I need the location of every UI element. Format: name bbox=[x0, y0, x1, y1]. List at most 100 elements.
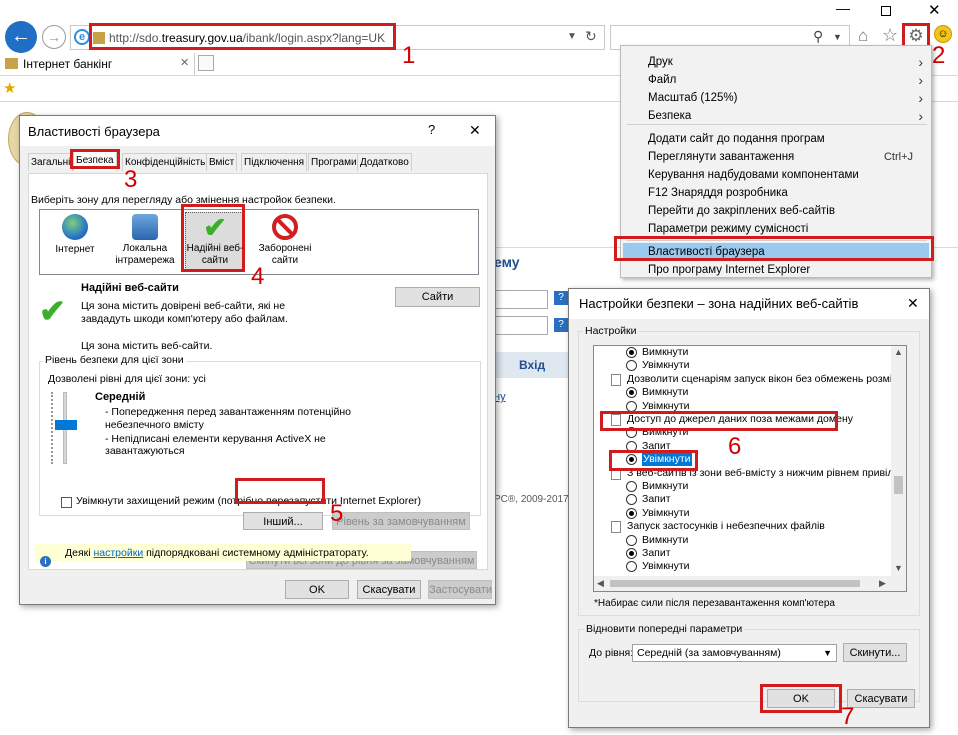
menu-item[interactable]: Файл › bbox=[621, 71, 931, 89]
tab-close-icon[interactable]: ✕ bbox=[180, 56, 189, 69]
radio-button[interactable] bbox=[626, 561, 637, 572]
setting-option[interactable]: Вимкнути bbox=[594, 480, 894, 494]
radio-button[interactable] bbox=[626, 535, 637, 546]
annotation-4: 4 bbox=[251, 263, 265, 290]
help-button[interactable]: ? bbox=[428, 122, 435, 137]
menu-item[interactable]: F12 Знаряддя розробника bbox=[621, 184, 931, 202]
setting-option[interactable]: Вимкнути bbox=[594, 386, 894, 400]
minimize-icon[interactable]: — bbox=[836, 0, 850, 16]
radio-button[interactable] bbox=[626, 360, 637, 371]
scroll-right-icon[interactable]: ▶ bbox=[879, 578, 886, 589]
level-select[interactable]: Середній (за замовчуванням) ▼ bbox=[632, 644, 837, 662]
setting-option[interactable]: Увімкнути bbox=[594, 560, 894, 574]
setting-heading: Запуск застосунків і небезпечних файлів bbox=[594, 520, 894, 534]
security-close-icon[interactable]: ✕ bbox=[907, 295, 919, 312]
tab-advanced[interactable]: Додатково bbox=[357, 153, 412, 171]
setting-option[interactable]: Вимкнути bbox=[594, 534, 894, 548]
radio-button[interactable] bbox=[626, 548, 637, 559]
protected-mode-checkbox[interactable] bbox=[61, 497, 72, 508]
favorites-star-icon[interactable]: ☆ bbox=[882, 25, 898, 46]
apply-button: Застосувати bbox=[428, 580, 492, 599]
home-icon[interactable]: ⌂ bbox=[858, 26, 868, 46]
level-select-value: Середній (за замовчуванням) bbox=[637, 647, 781, 659]
sites-button[interactable]: Сайти bbox=[395, 287, 480, 307]
radio-button[interactable] bbox=[626, 481, 637, 492]
scroll-thumb[interactable] bbox=[894, 476, 903, 494]
document-icon bbox=[611, 521, 621, 533]
login-field-2[interactable] bbox=[494, 316, 548, 335]
setting-label: Запуск застосунків і небезпечних файлів bbox=[627, 520, 825, 532]
restore-group-title: Відновити попередні параметри bbox=[584, 623, 745, 635]
smiley-icon[interactable]: ☺ bbox=[934, 25, 952, 43]
reset-button[interactable]: Скинути... bbox=[843, 643, 907, 662]
ok-button[interactable]: OK bbox=[285, 580, 349, 599]
menu-item[interactable]: Переглянути завантаження Ctrl+J bbox=[621, 148, 931, 166]
refresh-icon[interactable]: ↻ bbox=[585, 28, 597, 45]
page-heading-fragment: ему bbox=[494, 254, 520, 270]
menu-item[interactable]: Друк › bbox=[621, 53, 931, 71]
back-button[interactable]: ← bbox=[5, 21, 37, 53]
browser-tab[interactable]: Інтернет банкінг ✕ bbox=[0, 53, 195, 75]
radio-button[interactable] bbox=[626, 508, 637, 519]
zone-title: Надійні веб-сайти bbox=[81, 282, 179, 294]
submenu-arrow-icon: › bbox=[918, 54, 923, 70]
intranet-icon bbox=[132, 214, 158, 240]
menu-item[interactable]: Перейти до закріплених веб-сайтів bbox=[621, 202, 931, 220]
submenu-arrow-icon: › bbox=[918, 72, 923, 88]
setting-label: Запит bbox=[642, 547, 671, 559]
level-bullet-2: - Непідписані елементи керування ActiveX… bbox=[105, 433, 326, 457]
tree-hscrollbar[interactable]: ◀ ▶ bbox=[594, 576, 906, 591]
hscroll-thumb[interactable] bbox=[610, 580, 860, 587]
zone-intranet-label: Локальна інтрамережа bbox=[115, 243, 175, 266]
cancel-button[interactable]: Скасувати bbox=[357, 580, 421, 599]
scroll-down-icon[interactable]: ▼ bbox=[894, 563, 903, 573]
setting-option[interactable]: Увімкнути bbox=[594, 507, 894, 521]
radio-button[interactable] bbox=[626, 347, 637, 358]
search-icon[interactable]: ⚲ bbox=[813, 28, 823, 45]
menu-item[interactable]: Про програму Internet Explorer bbox=[621, 261, 931, 279]
radio-button[interactable] bbox=[626, 387, 637, 398]
search-dropdown-icon[interactable]: ▼ bbox=[567, 31, 577, 42]
menu-item-label: Масштаб (125%) bbox=[648, 92, 738, 104]
menu-separator bbox=[627, 124, 927, 125]
info-link[interactable]: настройки bbox=[93, 547, 143, 559]
help-icon-1[interactable]: ? bbox=[554, 291, 568, 305]
setting-option[interactable]: Увімкнути bbox=[594, 359, 894, 373]
security-dialog: Настройки безпеки – зона надійних веб-са… bbox=[568, 288, 930, 728]
setting-option[interactable]: Запит bbox=[594, 547, 894, 561]
menu-item-label: Переглянути завантаження bbox=[648, 151, 795, 163]
forward-button[interactable]: → bbox=[42, 25, 66, 49]
tab-general[interactable]: Загальні bbox=[28, 153, 74, 171]
tab-content[interactable]: Вміст bbox=[206, 153, 238, 171]
zone-internet[interactable]: Інтернет bbox=[45, 214, 105, 270]
annotation-2: 2 bbox=[932, 42, 946, 69]
security-cancel-button[interactable]: Скасувати bbox=[847, 689, 915, 708]
level-name: Середній bbox=[95, 391, 146, 403]
radio-button[interactable] bbox=[626, 494, 637, 505]
menu-item[interactable]: Додати сайт до подання програм bbox=[621, 130, 931, 148]
new-tab-button[interactable] bbox=[198, 55, 214, 71]
tree-vscrollbar[interactable]: ▲ ▼ bbox=[891, 346, 906, 576]
custom-level-button[interactable]: Інший... bbox=[243, 512, 323, 530]
menu-item[interactable]: Керування надбудовами компонентами bbox=[621, 166, 931, 184]
setting-option[interactable]: Запит bbox=[594, 493, 894, 507]
submenu-arrow-icon: › bbox=[918, 108, 923, 124]
annotation-5: 5 bbox=[330, 500, 344, 527]
tab-programs[interactable]: Програми bbox=[308, 153, 360, 171]
level-slider-thumb[interactable] bbox=[55, 420, 77, 430]
menu-item[interactable]: Безпека › bbox=[621, 107, 931, 125]
tab-title: Інтернет банкінг bbox=[23, 57, 113, 71]
setting-option[interactable]: Вимкнути bbox=[594, 346, 894, 360]
scroll-up-icon[interactable]: ▲ bbox=[894, 347, 903, 357]
maximize-icon[interactable] bbox=[881, 6, 891, 16]
tab-connections[interactable]: Підключення bbox=[241, 153, 308, 171]
close-icon[interactable]: ✕ bbox=[469, 122, 481, 139]
zone-intranet[interactable]: Локальна інтрамережа bbox=[110, 214, 180, 272]
menu-item[interactable]: Масштаб (125%) › bbox=[621, 89, 931, 107]
scroll-left-icon[interactable]: ◀ bbox=[597, 578, 604, 589]
chevron-down-icon: ▼ bbox=[833, 32, 842, 42]
add-favorite-icon[interactable]: ★ bbox=[3, 79, 16, 97]
login-field-1[interactable] bbox=[494, 290, 548, 309]
close-window-icon[interactable]: ✕ bbox=[928, 1, 941, 19]
help-icon-2[interactable]: ? bbox=[554, 318, 568, 332]
